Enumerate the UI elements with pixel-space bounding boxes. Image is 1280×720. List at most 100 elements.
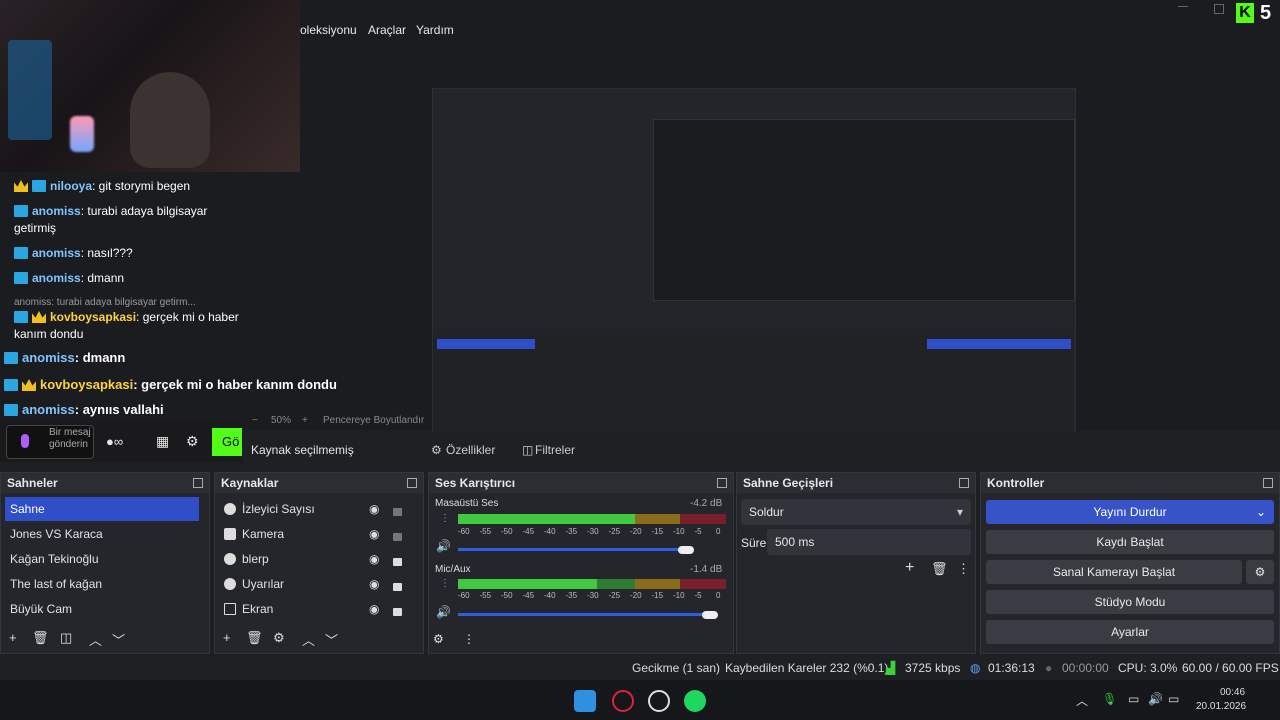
lock-icon[interactable] [393,508,402,516]
send-button[interactable]: Gö [212,428,242,456]
source-toolbar: Kaynak seçilmemiş ⚙ Özellikler ◫ Filtrel… [242,432,1280,468]
move-down-button[interactable]: ﹀ [325,630,338,649]
gear-icon[interactable]: ⚙ [273,630,285,646]
chevron-down-icon: ▾ [956,505,963,519]
eye-icon[interactable]: ◉ [369,602,379,616]
zoom-in-button[interactable]: + [302,415,308,426]
meter-scale: -60 -55 -50 -45 -40 -35 -30 -25 -20 -15 -10 -5 0 [458,527,726,537]
mic-tray-icon[interactable]: 🎙 [1102,692,1117,706]
scale-tick: -40 [544,591,556,600]
minimize-icon[interactable] [1178,6,1188,7]
windows-start-icon[interactable] [574,690,596,712]
menu-help[interactable]: Yardım [416,23,454,37]
restore-icon[interactable] [1214,4,1224,14]
source-item[interactable]: blerp [219,547,409,571]
badge-icon [4,379,18,391]
float-icon[interactable] [959,478,969,488]
chat-input[interactable]: Bir mesaj gönderin [6,425,94,459]
remove-scene-button[interactable]: 🗑 [32,630,49,646]
add-scene-button[interactable]: + [9,630,17,645]
float-icon[interactable] [193,478,203,488]
scene-item[interactable]: Sahne [5,497,199,521]
settings-button[interactable]: Ayarlar [986,620,1274,644]
network-icon[interactable]: ▭ [1128,692,1139,706]
source-item[interactable]: İzleyici Sayısı [219,497,409,521]
eye-icon[interactable]: ◉ [369,577,379,591]
source-item[interactable]: Ekran [219,597,409,621]
virtual-camera-button[interactable]: Sanal Kamerayı Başlat [986,560,1242,584]
slider-knob[interactable] [677,546,694,554]
menu-tools[interactable]: Araçlar [368,23,406,37]
slider-knob[interactable] [701,611,718,619]
move-up-button[interactable]: ︿ [89,630,102,649]
float-icon[interactable] [1263,478,1273,488]
float-icon[interactable] [407,478,417,488]
menu-collections[interactable]: oleksiyonu [300,23,357,37]
menu-dots-icon[interactable]: ⋮ [440,579,450,591]
volume-slider[interactable] [458,611,726,619]
fit-window-button[interactable]: Pencereye Boyutlandır [323,415,424,426]
float-icon[interactable] [717,478,727,488]
zoom-out-button[interactable]: − [252,415,258,426]
lock-icon[interactable] [393,558,402,566]
eye-icon[interactable]: ◉ [369,527,379,541]
tray-chevron-icon[interactable]: ︿ [1076,692,1088,709]
mixer-gear-icon[interactable]: ⚙ [433,632,444,646]
move-up-button[interactable]: ︿ [302,630,315,649]
speaker-icon[interactable]: 🔊 [436,539,451,553]
overlay-chat-message: anomiss: aynııs vallahi [4,402,164,417]
mixer-menu-icon[interactable]: ⋮ [463,632,475,646]
badge-icon [14,311,28,323]
transition-menu-icon[interactable]: ⋮ [957,561,970,577]
opera-icon[interactable] [612,690,634,712]
lock-icon[interactable] [393,533,402,541]
duration-label: Süre [741,536,767,550]
menu-dots-icon[interactable]: ⋮ [440,514,450,526]
crown-icon [22,379,36,391]
add-source-button[interactable]: + [223,630,231,645]
slider-track [458,613,710,616]
eye-icon[interactable]: ◉ [369,552,379,566]
eye-icon[interactable]: ◉ [369,502,379,516]
dropped-frames: Kaybedilen Kareler 232 (%0.1) [725,661,889,675]
streamer [130,72,210,168]
properties-button[interactable]: Özellikler [446,443,495,457]
scene-item[interactable]: Büyük Cam [5,597,199,621]
gear-icon[interactable]: ⚙ [186,433,199,450]
move-down-button[interactable]: ﹀ [112,630,125,649]
add-transition-button[interactable]: + [905,559,914,577]
spotify-icon[interactable] [684,690,706,712]
shop-icon[interactable]: ▦ [156,433,169,450]
source-item[interactable]: Kamera [219,522,409,546]
remove-transition-button[interactable]: 🗑 [931,561,948,577]
volume-slider[interactable] [458,546,726,554]
lock-icon[interactable] [393,608,402,616]
source-item[interactable]: Uyarılar [219,572,409,596]
lock-icon[interactable] [393,583,402,591]
remove-source-button[interactable]: 🗑 [246,630,263,646]
filters-button[interactable]: Filtreler [535,443,575,457]
chat-input-bar: Bir mesaj gönderin ●∞ ▦ ⚙ Gö [0,422,242,462]
filter-icon[interactable]: ◫ [60,630,72,646]
start-recording-button[interactable]: Kaydı Başlat [986,530,1274,554]
scale-tick: -5 [694,591,702,600]
scenes-dock: Sahneler Sahne Jones VS Karaca Kağan Tek… [0,472,210,654]
studio-mode-button[interactable]: Stüdyo Modu [986,590,1274,614]
chat-message: nilooya: git storymi begen [14,178,239,195]
transition-select[interactable]: Soldur ▾ [741,499,971,525]
scale-tick: -60 [458,527,470,536]
speaker-icon[interactable]: 🔊 [436,605,451,619]
gear-icon[interactable]: ⚙ [1246,560,1274,584]
meter-zone [634,514,681,524]
battery-icon[interactable]: ▭ [1168,692,1179,706]
obs-icon[interactable] [648,690,670,712]
emote-icon[interactable]: ●∞ [106,434,123,449]
duration-input[interactable]: 500 ms [767,529,971,555]
scene-item[interactable]: The last of kağan [5,572,199,596]
scene-item[interactable]: Kağan Tekinoğlu [5,547,199,571]
volume-icon[interactable]: 🔊 [1148,692,1163,706]
scene-item[interactable]: Jones VS Karaca [5,522,199,546]
badge-icon [14,247,28,259]
channel-name: Masaüstü Ses [435,498,499,509]
stop-stream-button[interactable]: Yayını Durdur ⌄ [986,500,1274,524]
